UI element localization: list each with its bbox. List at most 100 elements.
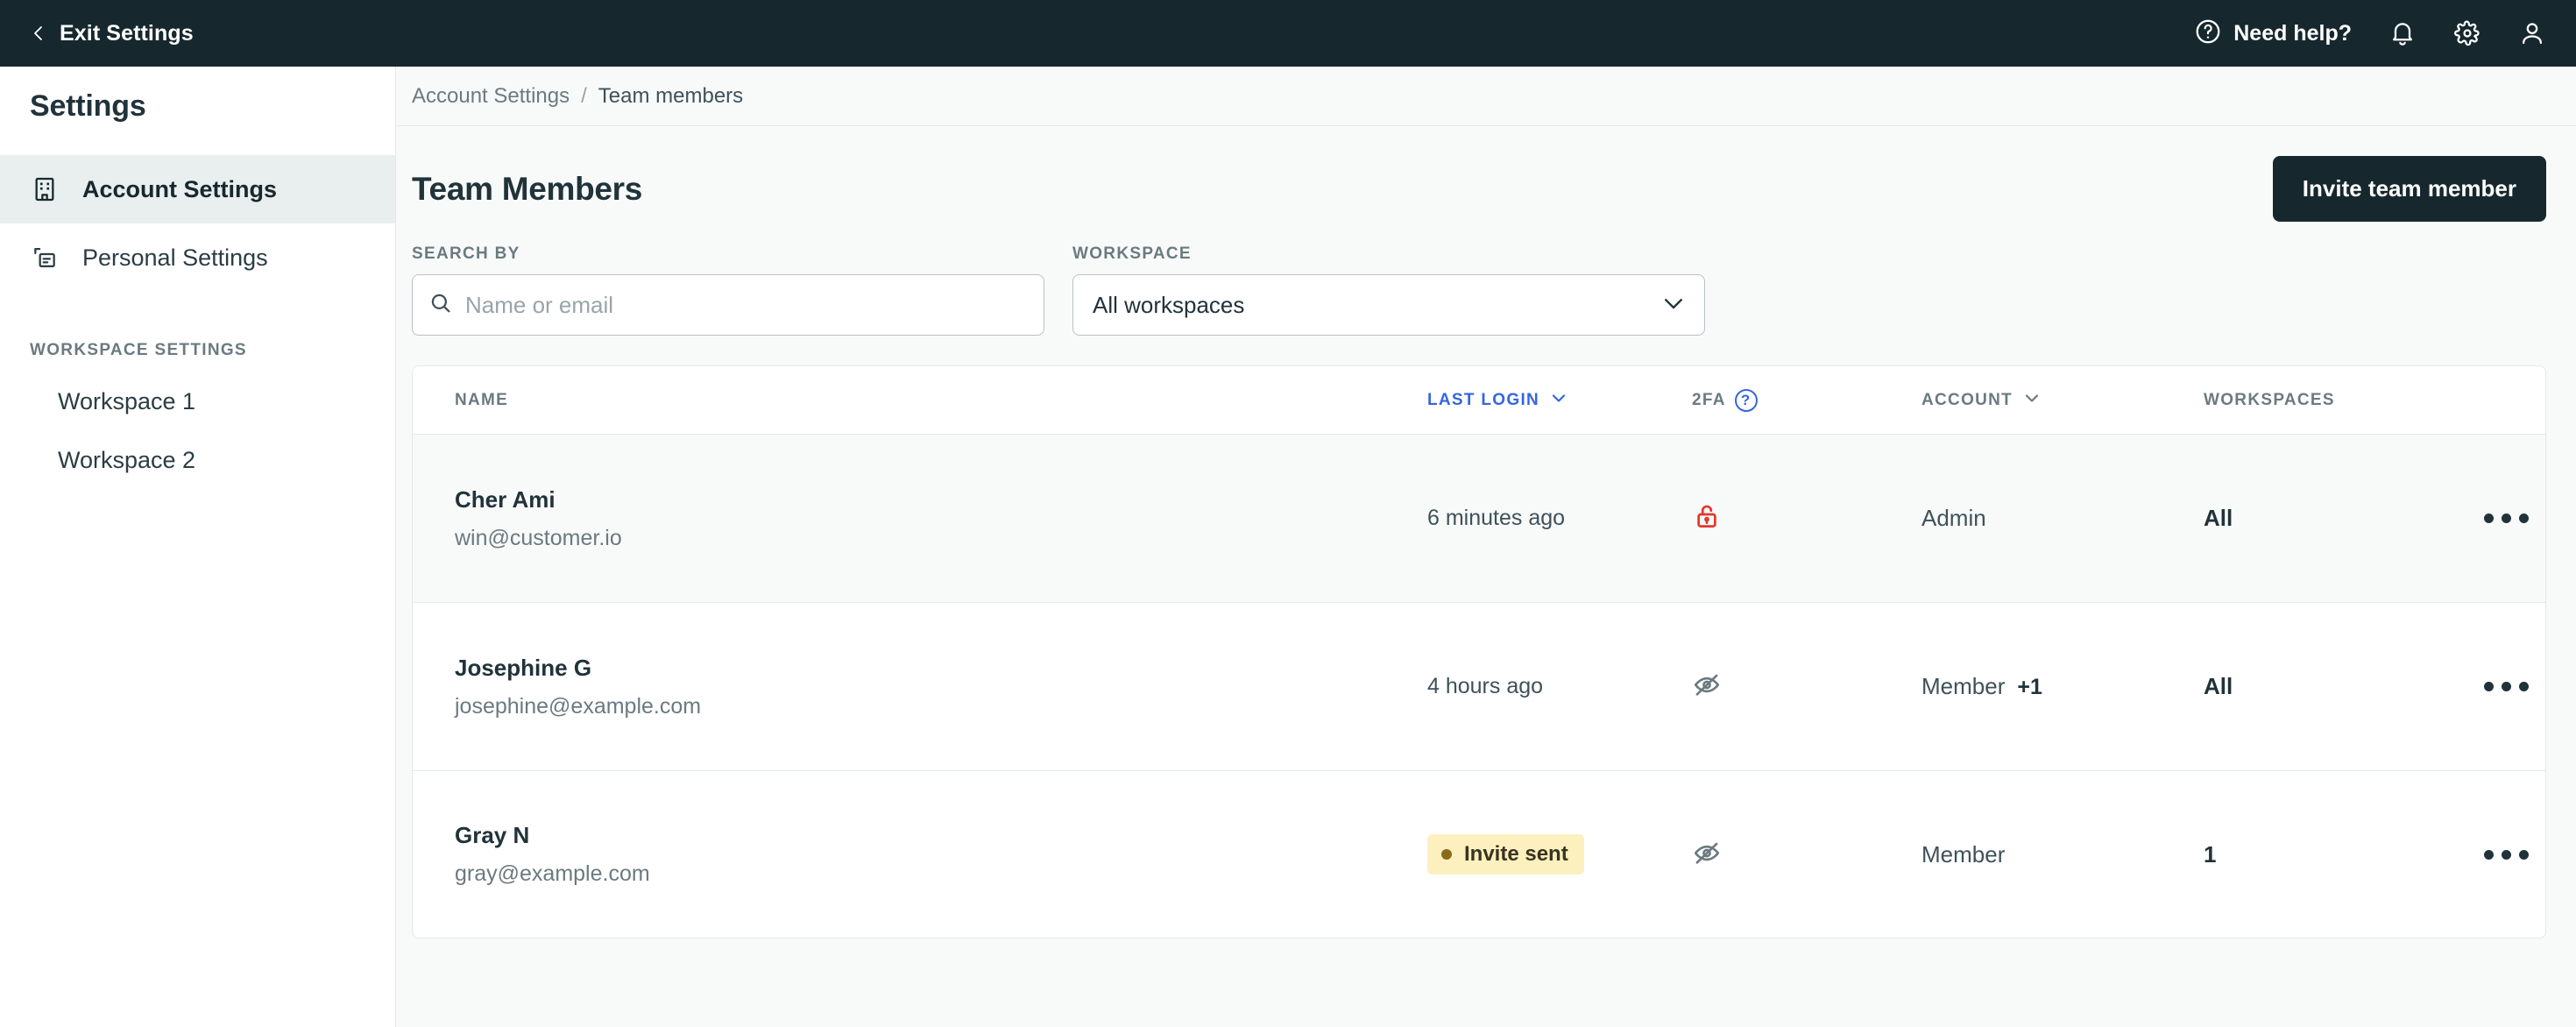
status-badge-label: Invite sent [1464, 842, 1568, 866]
cell-account: Member [1921, 841, 2204, 868]
table-row[interactable]: Gray N gray@example.com Invite sent Memb… [413, 771, 2545, 938]
user-icon[interactable] [2518, 19, 2546, 47]
workspace-select[interactable]: All workspaces [1072, 274, 1705, 336]
cell-last-login: Invite sent [1427, 834, 1692, 875]
search-by-field: SEARCH BY [412, 244, 1044, 336]
top-bar-actions: Need help? [2194, 18, 2546, 50]
sidebar-item-workspace-2[interactable]: Workspace 2 [0, 431, 395, 490]
settings-sidebar: Settings Account Settings Personal Setti… [0, 67, 396, 1027]
member-email: gray@example.com [455, 861, 650, 886]
eye-off-icon [1692, 842, 1722, 871]
breadcrumb-current: Team members [598, 83, 744, 108]
status-badge: Invite sent [1427, 834, 1584, 875]
table-header-row: NAME LAST LOGIN 2FA ? ACCOUNT WORKSPACES [413, 366, 2545, 435]
sidebar-workspace-label: Workspace 1 [58, 388, 196, 414]
workspaces-count: 1 [2204, 840, 2217, 868]
cell-actions [2466, 501, 2545, 535]
table-row[interactable]: Josephine G josephine@example.com 4 hour… [413, 603, 2545, 771]
cell-workspaces: 1 [2204, 841, 2466, 868]
column-header-label: WORKSPACES [2204, 390, 2335, 409]
cell-actions [2466, 669, 2545, 704]
account-role: Member [1921, 840, 2006, 868]
member-name: Cher Ami [455, 485, 556, 513]
column-header-label: LAST LOGIN [1427, 390, 1540, 409]
sidebar-item-account-settings[interactable]: Account Settings [0, 155, 395, 223]
page-header: Team Members Invite team member [396, 126, 2576, 222]
column-header-name: NAME [455, 391, 1427, 410]
sidebar-item-personal-settings[interactable]: Personal Settings [0, 223, 395, 292]
column-header-label: 2FA [1692, 390, 1726, 409]
cell-account: Member +1 [1921, 673, 2204, 700]
page-title: Team Members [412, 170, 643, 207]
cell-workspaces: All [2204, 673, 2466, 700]
kebab-menu-icon[interactable] [2472, 501, 2541, 535]
need-help-label: Need help? [2233, 20, 2352, 46]
search-input[interactable] [465, 291, 1028, 319]
gear-icon[interactable] [2453, 19, 2481, 47]
search-by-label: SEARCH BY [412, 244, 520, 263]
question-circle-icon[interactable]: ? [1734, 388, 1758, 412]
breadcrumb-parent-link[interactable]: Account Settings [412, 84, 570, 109]
chevron-down-icon [1660, 290, 1687, 321]
breadcrumb: Account Settings / Team members [396, 67, 2576, 126]
member-email: josephine@example.com [455, 693, 702, 719]
workspaces-count: All [2204, 673, 2233, 699]
cell-2fa [1692, 501, 1921, 535]
column-header-last-login[interactable]: LAST LOGIN [1427, 387, 1692, 414]
exit-settings-label: Exit Settings [60, 20, 194, 46]
cell-account: Admin [1921, 505, 2204, 532]
workspace-filter-field: WORKSPACE All workspaces [1072, 244, 1705, 336]
top-navigation-bar: Exit Settings Need help? [0, 0, 2576, 67]
column-header-label: NAME [455, 390, 509, 409]
exit-settings-button[interactable]: Exit Settings [30, 21, 194, 46]
account-role: Member [1921, 673, 2006, 699]
cell-2fa [1692, 838, 1921, 872]
app-shell: Settings Account Settings Personal Setti… [0, 67, 2576, 1027]
cell-name: Cher Ami win@customer.io [455, 486, 1427, 551]
cell-name: Gray N gray@example.com [455, 822, 1427, 887]
column-header-workspaces: WORKSPACES [2204, 391, 2466, 410]
column-header-2fa: 2FA ? [1692, 388, 1921, 412]
invite-team-member-button[interactable]: Invite team member [2272, 156, 2546, 222]
member-name: Josephine G [455, 654, 592, 681]
eye-off-icon [1692, 674, 1722, 703]
workspace-label: WORKSPACE [1072, 244, 1192, 263]
sidebar-item-label: Personal Settings [82, 244, 268, 271]
sidebar-workspace-label: Workspace 2 [58, 447, 196, 473]
main-content: Account Settings / Team members Team Mem… [396, 67, 2576, 1027]
account-role: Admin [1921, 505, 1986, 531]
cell-workspaces: All [2204, 505, 2466, 532]
sidebar-section-label: WORKSPACE SETTINGS [30, 341, 247, 359]
cell-last-login: 6 minutes ago [1427, 506, 1692, 531]
cards-icon [30, 243, 60, 273]
need-help-button[interactable]: Need help? [2194, 18, 2352, 50]
bell-icon[interactable] [2388, 19, 2417, 47]
sidebar-item-workspace-1[interactable]: Workspace 1 [0, 372, 395, 431]
table-row[interactable]: Cher Ami win@customer.io 6 minutes ago A… [413, 435, 2545, 603]
chevron-down-icon [1548, 387, 1569, 414]
last-login-text: 6 minutes ago [1427, 506, 1566, 530]
building-icon [30, 174, 60, 204]
breadcrumb-separator: / [581, 83, 587, 108]
column-header-account[interactable]: ACCOUNT [1921, 387, 2204, 414]
member-email: win@customer.io [455, 525, 622, 550]
cell-name: Josephine G josephine@example.com [455, 655, 1427, 719]
status-dot-icon [1441, 849, 1452, 860]
sidebar-title: Settings [30, 89, 146, 123]
kebab-menu-icon[interactable] [2472, 838, 2541, 872]
cell-2fa [1692, 669, 1921, 704]
search-input-wrapper[interactable] [412, 274, 1044, 336]
cell-actions [2466, 838, 2545, 872]
team-members-table: NAME LAST LOGIN 2FA ? ACCOUNT WORKSPACES… [412, 365, 2546, 938]
chevron-down-icon [2021, 387, 2042, 414]
chevron-left-icon [30, 25, 47, 42]
cell-last-login: 4 hours ago [1427, 674, 1692, 699]
last-login-text: 4 hours ago [1427, 674, 1544, 698]
search-icon [428, 291, 453, 320]
filter-bar: SEARCH BY WORKSPACE All workspaces [396, 222, 2576, 336]
unlock-icon [1692, 505, 1722, 535]
workspaces-count: All [2204, 505, 2233, 531]
column-header-label: ACCOUNT [1921, 390, 2013, 409]
question-circle-icon [2194, 18, 2222, 50]
kebab-menu-icon[interactable] [2472, 669, 2541, 704]
